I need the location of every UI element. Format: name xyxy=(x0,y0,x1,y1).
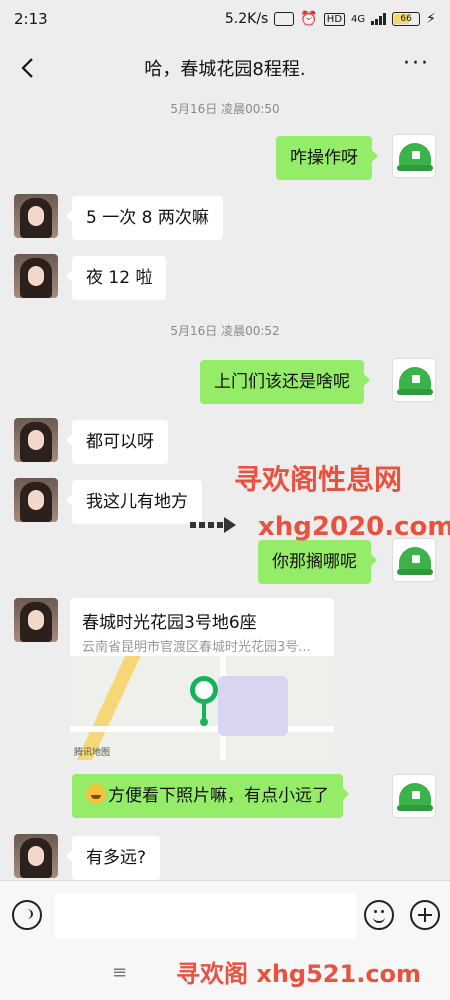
menu-icon[interactable]: ≡ xyxy=(112,962,127,983)
self-avatar[interactable] xyxy=(392,774,436,818)
message-bubble-other[interactable]: 夜 12 啦 xyxy=(65,256,167,300)
watermark-site-name: 寻欢阁性息网 xyxy=(234,463,403,496)
smile-icon[interactable] xyxy=(364,900,394,930)
watermark-footer: 寻欢阁 xhg521.com xyxy=(176,960,422,988)
timestamp: 5月16日 凌晨00:50 xyxy=(170,102,280,116)
arrow-right-icon xyxy=(190,517,236,533)
timestamp: 5月16日 凌晨00:52 xyxy=(170,324,280,338)
battery-level: 66 xyxy=(400,13,412,24)
message-bubble-self[interactable]: 咋操作呀 xyxy=(276,136,378,180)
self-avatar[interactable] xyxy=(392,538,436,582)
nav-bar: 哈，春城花园8程程. ··· xyxy=(0,38,450,98)
contact-avatar[interactable] xyxy=(14,598,58,642)
message-bubble-other[interactable]: 都可以呀 xyxy=(66,420,168,464)
input-bar xyxy=(0,880,450,948)
chat-title: 哈，春城花园8程程. xyxy=(144,59,306,80)
contact-avatar[interactable] xyxy=(14,834,58,878)
more-icon[interactable]: ··· xyxy=(403,53,430,75)
status-icons: 5.2K/s ⏰ HD 4G 66 ⚡ xyxy=(225,11,436,27)
laughing-emoji-icon xyxy=(86,784,106,804)
message-bubble-other[interactable]: 5 一次 8 两次嘛 xyxy=(66,196,223,240)
signal-icon xyxy=(371,13,387,25)
map-attribution: 腾讯地图 xyxy=(74,748,111,758)
voice-icon[interactable] xyxy=(12,900,42,930)
location-title: 春城时光花园3号地6座 xyxy=(82,613,257,633)
hd-badge: HD xyxy=(323,12,346,26)
contact-avatar[interactable] xyxy=(14,254,58,298)
message-bubble-self[interactable]: 你那搁哪呢 xyxy=(258,540,377,584)
contact-avatar[interactable] xyxy=(14,194,58,238)
alarm-icon: ⏰ xyxy=(300,11,318,27)
location-card[interactable]: 春城时光花园3号地6座 云南省昆明市官渡区春城时光花园3号... 腾讯地图 xyxy=(70,598,334,760)
status-bar: 2:13 5.2K/s ⏰ HD 4G 66 ⚡ xyxy=(0,0,450,38)
map-thumbnail[interactable]: 腾讯地图 xyxy=(70,656,334,760)
location-address: 云南省昆明市官渡区春城时光花园3号... xyxy=(82,640,311,655)
charging-icon: ⚡ xyxy=(426,11,436,27)
chevron-left-icon[interactable] xyxy=(14,54,42,82)
message-bubble-other[interactable]: 有多远? xyxy=(65,836,161,880)
status-time: 2:13 xyxy=(14,10,48,28)
battery-icon: 66 xyxy=(392,12,421,26)
contact-avatar[interactable] xyxy=(14,478,58,522)
contact-avatar[interactable] xyxy=(14,418,58,462)
message-input[interactable] xyxy=(54,893,356,939)
message-bubble-self[interactable]: 上门们该还是啥呢 xyxy=(200,360,370,404)
network-type: 4G xyxy=(351,13,366,25)
network-speed: 5.2K/s xyxy=(224,11,269,27)
self-avatar[interactable] xyxy=(392,358,436,402)
message-bubble-self[interactable]: 方便看下照片嘛，有点小远了 xyxy=(72,774,349,818)
mute-icon xyxy=(274,12,295,26)
message-bubble-other[interactable]: 我这儿有地方 xyxy=(66,480,202,524)
message-text: 方便看下照片嘛，有点小远了 xyxy=(108,786,329,806)
plus-icon[interactable] xyxy=(410,900,440,930)
self-avatar[interactable] xyxy=(392,134,436,178)
watermark-site-url: xhg2020.com xyxy=(258,512,450,542)
